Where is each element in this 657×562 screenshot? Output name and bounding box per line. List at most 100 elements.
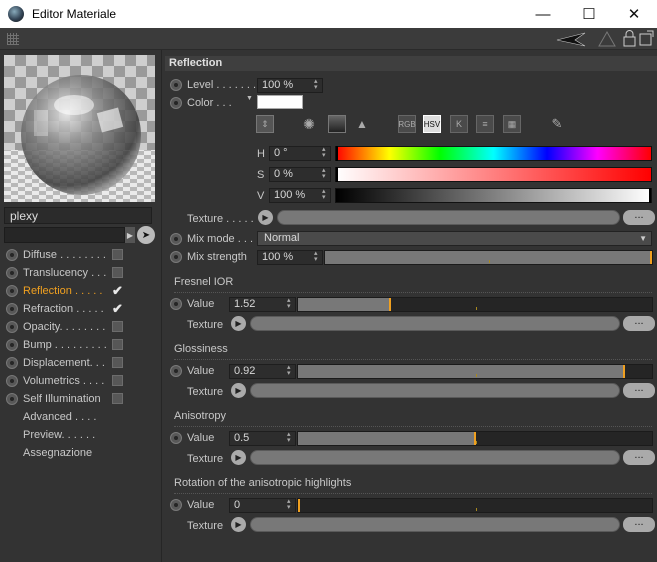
channel-checkbox-checked[interactable]: ✔ bbox=[112, 302, 123, 315]
rotation-aniso-texture-slot[interactable] bbox=[250, 517, 620, 532]
saturation-gradient-slider[interactable] bbox=[335, 167, 652, 182]
mixstrength-input[interactable]: 100 % bbox=[257, 250, 323, 265]
channel-self-illumination[interactable]: Self Illumination bbox=[6, 390, 128, 408]
channel-displacement[interactable]: Displacement. . . bbox=[6, 354, 128, 372]
channel-radio[interactable] bbox=[6, 339, 18, 351]
anisotropy-texture-slot[interactable] bbox=[250, 450, 620, 465]
fresnel-ior-texture-slot[interactable] bbox=[250, 316, 620, 331]
texture-browse-button[interactable]: ... bbox=[623, 210, 655, 225]
maximize-button[interactable]: ☐ bbox=[566, 0, 612, 28]
page-advanced[interactable]: Advanced . . . . bbox=[6, 408, 128, 426]
channel-volumetrics[interactable]: Volumetrics . . . . bbox=[6, 372, 128, 390]
channel-radio[interactable] bbox=[6, 393, 18, 405]
channel-radio[interactable] bbox=[6, 321, 18, 333]
channel-reflection[interactable]: Reflection . . . . . ✔ bbox=[6, 282, 128, 300]
channel-bump[interactable]: Bump . . . . . . . . . bbox=[6, 336, 128, 354]
slider-handle[interactable] bbox=[650, 251, 652, 264]
hue-input[interactable]: 0 ° bbox=[269, 146, 331, 161]
hsv-mode-button[interactable]: HSV bbox=[423, 115, 441, 133]
eyedropper-icon[interactable]: ✎ bbox=[548, 115, 566, 133]
triangle-icon[interactable] bbox=[598, 30, 616, 47]
slider-handle[interactable] bbox=[298, 499, 300, 512]
slider-handle[interactable] bbox=[474, 432, 476, 445]
hue-gradient-slider[interactable] bbox=[335, 146, 652, 161]
color-gradient-icon[interactable] bbox=[328, 115, 346, 133]
channel-radio[interactable] bbox=[6, 285, 18, 297]
glossiness-slider[interactable] bbox=[297, 364, 653, 379]
mixmode-dropdown[interactable]: Normal ▼ bbox=[257, 231, 652, 246]
level-radio[interactable] bbox=[170, 79, 182, 91]
channel-checkbox[interactable] bbox=[112, 375, 123, 386]
sliders-mode-icon[interactable]: ≡ bbox=[476, 115, 494, 133]
rotation-aniso-slider[interactable] bbox=[297, 498, 653, 513]
channel-translucency[interactable]: Translucency . . . bbox=[6, 264, 128, 282]
rotation-aniso-radio[interactable] bbox=[170, 499, 182, 511]
rotation-aniso-texture-menu-icon[interactable]: ▶ bbox=[231, 517, 246, 532]
minimize-button[interactable]: — bbox=[520, 0, 566, 28]
value-input[interactable]: 100 % bbox=[269, 188, 331, 203]
rotation-aniso-texture-browse-button[interactable]: ... bbox=[623, 517, 655, 532]
image-picker-icon[interactable]: ▲ bbox=[353, 115, 371, 133]
level-input[interactable]: 100 % bbox=[257, 78, 323, 93]
channel-radio[interactable] bbox=[6, 249, 18, 261]
channel-checkbox[interactable] bbox=[112, 321, 123, 332]
material-preview[interactable] bbox=[4, 55, 155, 202]
page-preview[interactable]: Preview. . . . . . bbox=[6, 426, 128, 444]
fresnel-ior-value-input[interactable]: 1.52 bbox=[229, 297, 296, 312]
channel-radio[interactable] bbox=[6, 267, 18, 279]
channel-refraction[interactable]: Refraction . . . . . ✔ bbox=[6, 300, 128, 318]
page-assignment[interactable]: Assegnazione bbox=[6, 444, 128, 462]
filter-arrow-icon[interactable]: ▶ bbox=[125, 227, 135, 243]
color-spectrum-icon[interactable]: ✺ bbox=[300, 115, 318, 133]
slider-handle[interactable] bbox=[622, 365, 625, 378]
color-wheel-toggle-icon[interactable]: ⇕ bbox=[256, 115, 274, 133]
texture-slot[interactable] bbox=[277, 210, 620, 225]
channel-checkbox[interactable] bbox=[112, 339, 123, 350]
fresnel-ior-radio[interactable] bbox=[170, 298, 182, 310]
color-radio[interactable] bbox=[170, 97, 182, 109]
glossiness-texture-browse-button[interactable]: ... bbox=[623, 383, 655, 398]
channel-radio[interactable] bbox=[6, 303, 18, 315]
anisotropy-texture-browse-button[interactable]: ... bbox=[623, 450, 655, 465]
channel-diffuse[interactable]: Diffuse . . . . . . . . bbox=[6, 246, 128, 264]
kelvin-mode-button[interactable]: K bbox=[450, 115, 468, 133]
mixstrength-slider[interactable] bbox=[324, 250, 653, 265]
lock-icon[interactable] bbox=[623, 30, 636, 47]
channel-checkbox[interactable] bbox=[112, 249, 123, 260]
channel-checkbox-checked[interactable]: ✔ bbox=[112, 284, 123, 297]
glossiness-radio[interactable] bbox=[170, 365, 182, 377]
fresnel-ior-texture-browse-button[interactable]: ... bbox=[623, 316, 655, 331]
slider-handle[interactable] bbox=[389, 298, 392, 311]
material-name-field[interactable]: plexy bbox=[4, 207, 152, 224]
saturation-input[interactable]: 0 % bbox=[269, 167, 331, 182]
close-button[interactable]: ✕ bbox=[611, 0, 657, 28]
color-swatch[interactable] bbox=[257, 95, 303, 109]
grip-icon[interactable] bbox=[7, 33, 19, 45]
channel-radio[interactable] bbox=[6, 375, 18, 387]
channel-checkbox[interactable] bbox=[112, 393, 123, 404]
glossiness-texture-slot[interactable] bbox=[250, 383, 620, 398]
channel-radio[interactable] bbox=[6, 357, 18, 369]
nav-arrow-icon[interactable] bbox=[555, 31, 595, 47]
glossiness-texture-menu-icon[interactable]: ▶ bbox=[231, 383, 246, 398]
new-window-icon[interactable] bbox=[639, 30, 655, 47]
mixstrength-radio[interactable] bbox=[170, 251, 182, 263]
swatches-icon[interactable]: ▦ bbox=[503, 115, 521, 133]
channel-checkbox[interactable] bbox=[112, 357, 123, 368]
channel-checkbox[interactable] bbox=[112, 267, 123, 278]
color-expand-icon[interactable]: ▼ bbox=[246, 95, 253, 102]
fresnel-ior-slider[interactable] bbox=[297, 297, 653, 312]
anisotropy-radio[interactable] bbox=[170, 432, 182, 444]
value-gradient-slider[interactable] bbox=[335, 188, 652, 203]
mixmode-radio[interactable] bbox=[170, 233, 182, 245]
anisotropy-texture-menu-icon[interactable]: ▶ bbox=[231, 450, 246, 465]
anisotropy-slider[interactable] bbox=[297, 431, 653, 446]
fresnel-ior-texture-menu-icon[interactable]: ▶ bbox=[231, 316, 246, 331]
channel-opacity[interactable]: Opacity. . . . . . . . bbox=[6, 318, 128, 336]
rotation-aniso-value-input[interactable]: 0 bbox=[229, 498, 296, 513]
cursor-pick-icon[interactable]: ➤ bbox=[137, 226, 155, 244]
channel-filter-input[interactable] bbox=[4, 227, 125, 243]
glossiness-value-input[interactable]: 0.92 bbox=[229, 364, 296, 379]
rgb-mode-button[interactable]: RGB bbox=[398, 115, 416, 133]
anisotropy-value-input[interactable]: 0.5 bbox=[229, 431, 296, 446]
